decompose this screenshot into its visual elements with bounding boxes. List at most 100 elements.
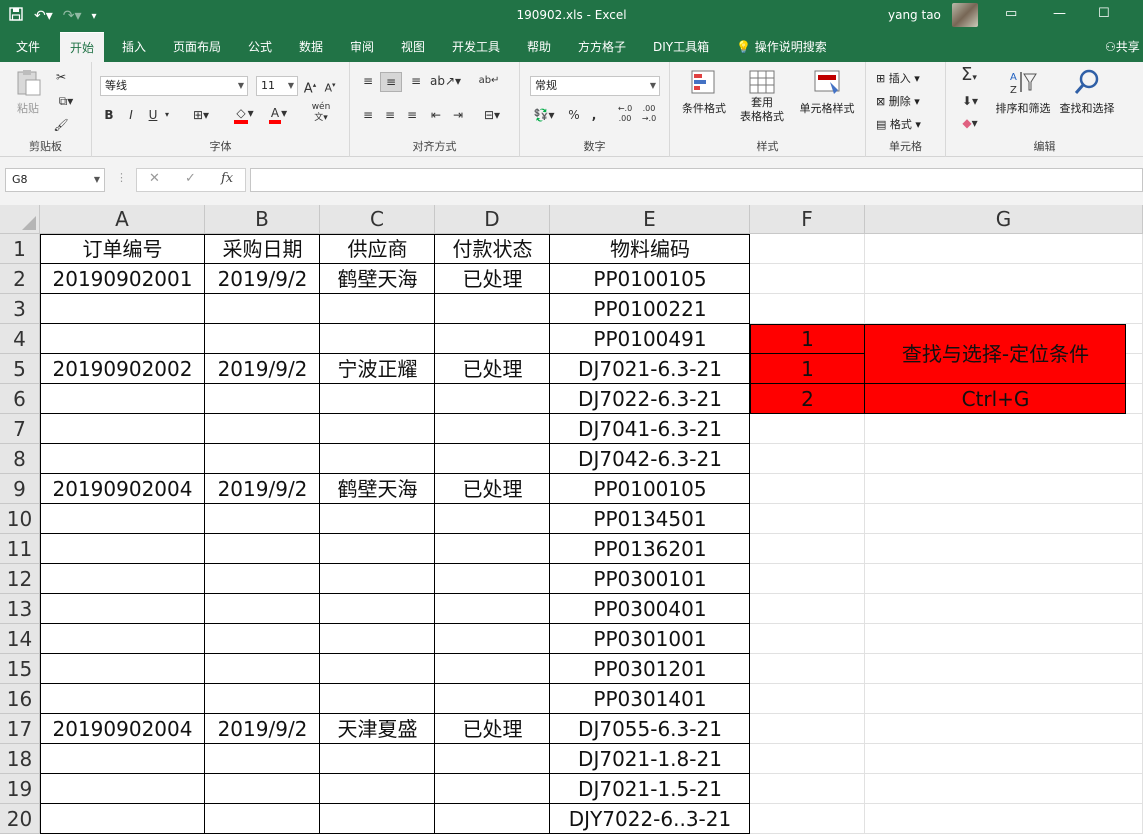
orientation-icon[interactable]: ab↗▾: [430, 72, 461, 90]
wrap-text-icon[interactable]: ab↵: [478, 72, 500, 90]
share-button[interactable]: ⚇共享: [1105, 32, 1140, 62]
maximize-icon[interactable]: ☐: [1098, 6, 1110, 21]
data-cell[interactable]: PP0136201: [550, 534, 750, 564]
data-cell[interactable]: PP0301001: [550, 624, 750, 654]
avatar[interactable]: [952, 3, 978, 27]
increase-decimal-icon[interactable]: ←.0.00: [614, 104, 636, 124]
tab-help[interactable]: 帮助: [517, 32, 561, 62]
data-cell[interactable]: PP0301401: [550, 684, 750, 714]
note-f-cell[interactable]: 2: [750, 384, 865, 414]
middle-align-icon[interactable]: ≡: [380, 72, 402, 92]
tab-fangfang[interactable]: 方方格子: [568, 32, 636, 62]
number-format-select[interactable]: 常规 ▼: [530, 76, 660, 96]
column-header-c[interactable]: C: [320, 205, 435, 234]
paste-button[interactable]: 粘贴: [8, 68, 48, 116]
data-cell[interactable]: 鹤壁天海: [320, 474, 435, 504]
data-cell[interactable]: PP0100105: [550, 264, 750, 294]
column-header-d[interactable]: D: [435, 205, 550, 234]
worksheet-grid[interactable]: A B C D E F G 1 2 3 4 5 6 7 8 9 10 11 12 13 14 15 16 17 18 19 20 订单…: [0, 205, 1143, 840]
column-header-e[interactable]: E: [550, 205, 750, 234]
cancel-icon[interactable]: ✕: [149, 171, 160, 186]
data-cell[interactable]: 20190902002: [40, 354, 205, 384]
data-cell[interactable]: PP0100105: [550, 474, 750, 504]
merge-center-icon[interactable]: ⊟▾: [478, 106, 506, 124]
align-center-icon[interactable]: ≡: [380, 106, 400, 124]
data-cell[interactable]: DJ7021-1.8-21: [550, 744, 750, 774]
find-select-button[interactable]: 查找和选择: [1054, 68, 1120, 116]
data-cell[interactable]: 已处理: [435, 354, 550, 384]
percent-icon[interactable]: %: [566, 106, 582, 124]
tab-diy-toolbox[interactable]: DIY工具箱: [643, 32, 719, 62]
row-header-20[interactable]: 20: [0, 804, 40, 834]
cut-icon[interactable]: ✂: [52, 68, 70, 86]
data-cell[interactable]: DJ7041-6.3-21: [550, 414, 750, 444]
name-box[interactable]: G8 ▼: [5, 168, 105, 192]
header-cell-a[interactable]: 订单编号: [40, 234, 205, 264]
data-cell[interactable]: PP0300401: [550, 594, 750, 624]
decrease-decimal-icon[interactable]: .00 →.0: [638, 104, 660, 124]
note-shortcut-cell[interactable]: Ctrl+G: [865, 384, 1126, 414]
row-header-9[interactable]: 9: [0, 474, 40, 504]
fill-color-icon[interactable]: ◇ ▾: [230, 104, 258, 124]
column-header-f[interactable]: F: [750, 205, 865, 234]
tab-data[interactable]: 数据: [289, 32, 333, 62]
data-cell[interactable]: 已处理: [435, 714, 550, 744]
ribbon-display-icon[interactable]: ▭: [1005, 6, 1017, 21]
tab-view[interactable]: 视图: [391, 32, 435, 62]
tab-insert[interactable]: 插入: [112, 32, 156, 62]
row-header-14[interactable]: 14: [0, 624, 40, 654]
row-header-4[interactable]: 4: [0, 324, 40, 354]
tab-developer[interactable]: 开发工具: [442, 32, 510, 62]
data-cell[interactable]: DJ7021-6.3-21: [550, 354, 750, 384]
comma-style-icon[interactable]: ,: [586, 106, 602, 124]
note-merged-cell[interactable]: 查找与选择-定位条件: [865, 324, 1126, 384]
cell-styles-button[interactable]: 单元格样式: [794, 68, 860, 116]
data-cell[interactable]: 已处理: [435, 264, 550, 294]
tab-home[interactable]: 开始: [60, 32, 105, 62]
increase-indent-icon[interactable]: ⇥: [448, 106, 468, 124]
data-cell[interactable]: 2019/9/2: [205, 474, 320, 504]
minimize-icon[interactable]: —: [1053, 6, 1066, 21]
accounting-format-icon[interactable]: 💱▾: [530, 106, 558, 124]
data-cell[interactable]: PP0100491: [550, 324, 750, 354]
top-align-icon[interactable]: ≡: [358, 72, 378, 90]
header-cell-c[interactable]: 供应商: [320, 234, 435, 264]
underline-button[interactable]: U: [146, 106, 160, 124]
row-header-3[interactable]: 3: [0, 294, 40, 324]
delete-cells-button[interactable]: ⊠ 删除 ▾: [876, 93, 920, 109]
row-header-6[interactable]: 6: [0, 384, 40, 414]
conditional-formatting-button[interactable]: 条件格式: [674, 68, 734, 116]
row-header-11[interactable]: 11: [0, 534, 40, 564]
row-header-5[interactable]: 5: [0, 354, 40, 384]
user-name[interactable]: yang tao: [888, 8, 941, 22]
header-cell-b[interactable]: 采购日期: [205, 234, 320, 264]
data-cell[interactable]: DJ7022-6.3-21: [550, 384, 750, 414]
data-cell[interactable]: 2019/9/2: [205, 354, 320, 384]
data-cell[interactable]: PP0300101: [550, 564, 750, 594]
row-header-1[interactable]: 1: [0, 234, 40, 264]
tab-page-layout[interactable]: 页面布局: [163, 32, 231, 62]
header-cell-e[interactable]: 物料编码: [550, 234, 750, 264]
data-cell[interactable]: 2019/9/2: [205, 264, 320, 294]
column-header-b[interactable]: B: [205, 205, 320, 234]
row-header-10[interactable]: 10: [0, 504, 40, 534]
phonetic-guide-icon[interactable]: wén 文▾: [306, 102, 336, 124]
note-f-cell[interactable]: 1: [750, 354, 865, 384]
fill-icon[interactable]: ⬇▾: [956, 92, 984, 110]
data-cell[interactable]: DJ7021-1.5-21: [550, 774, 750, 804]
formula-bar-splitter[interactable]: ⋮: [116, 171, 127, 184]
italic-button[interactable]: I: [124, 106, 138, 124]
sort-filter-button[interactable]: AZ 排序和筛选: [990, 68, 1056, 116]
column-header-g[interactable]: G: [865, 205, 1143, 234]
underline-dropdown-icon[interactable]: ▾: [162, 106, 172, 124]
font-color-icon[interactable]: A ▾: [264, 104, 292, 124]
bold-button[interactable]: B: [102, 106, 116, 124]
row-header-12[interactable]: 12: [0, 564, 40, 594]
data-cell[interactable]: 2019/9/2: [205, 714, 320, 744]
row-header-7[interactable]: 7: [0, 414, 40, 444]
row-header-19[interactable]: 19: [0, 774, 40, 804]
format-painter-icon[interactable]: 🖌: [52, 116, 70, 134]
increase-font-icon[interactable]: A▴: [302, 76, 318, 98]
borders-icon[interactable]: ⊞▾: [188, 106, 214, 124]
font-size-select[interactable]: 11 ▼: [256, 76, 298, 96]
